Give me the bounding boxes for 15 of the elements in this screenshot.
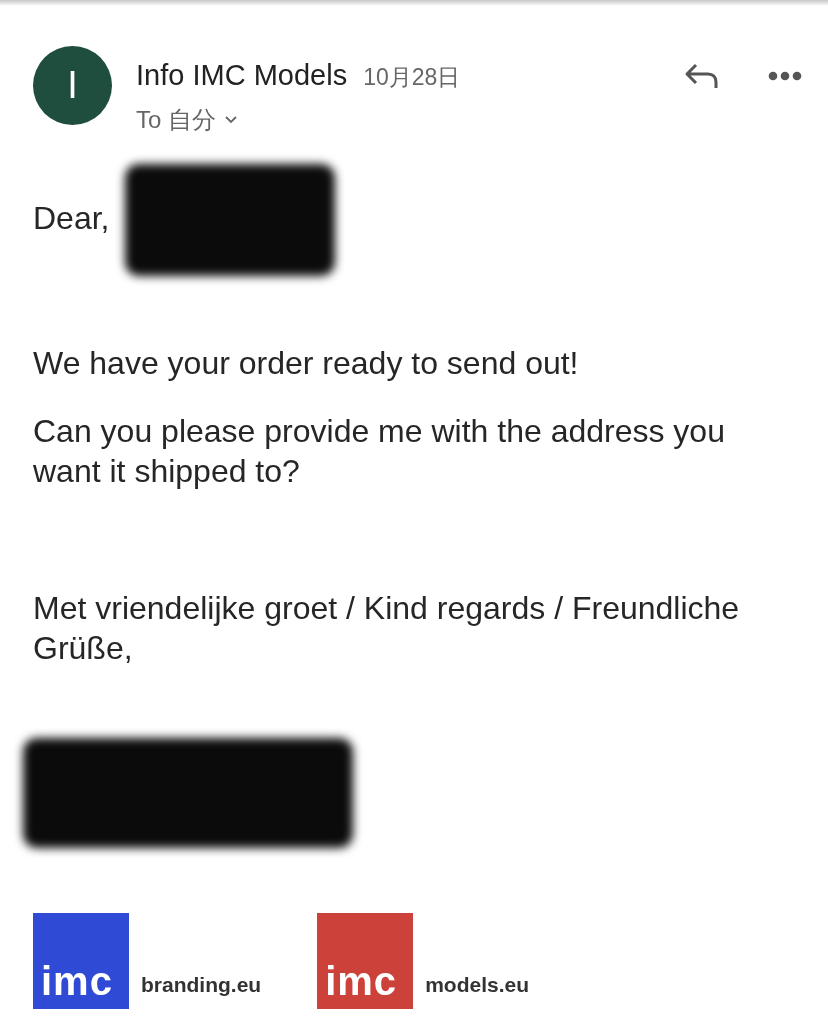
greeting-text: Dear, — [33, 199, 110, 236]
logo-mark: imc — [41, 960, 113, 1001]
more-options-icon[interactable] — [768, 71, 802, 81]
body-paragraph: Can you please provide me with the address you want it shipped to? — [33, 411, 726, 491]
logo-domain: branding.eu — [141, 971, 262, 998]
recipient-toggle[interactable]: To 自分 — [136, 101, 238, 138]
sender-avatar: I — [33, 46, 112, 125]
chevron-down-icon — [224, 115, 238, 124]
sender-name: Info IMC Models — [136, 58, 348, 93]
email-date: 10月28日 — [363, 63, 461, 92]
logo-mark: imc — [325, 960, 398, 1001]
logo-domain: models.eu — [425, 971, 530, 998]
reply-icon[interactable] — [684, 62, 720, 90]
closing-text: Met vriendelijke groet / Kind regards / Freundliche Grüße, — [33, 588, 741, 668]
body-paragraph: We have your order ready to send out! — [33, 343, 580, 383]
